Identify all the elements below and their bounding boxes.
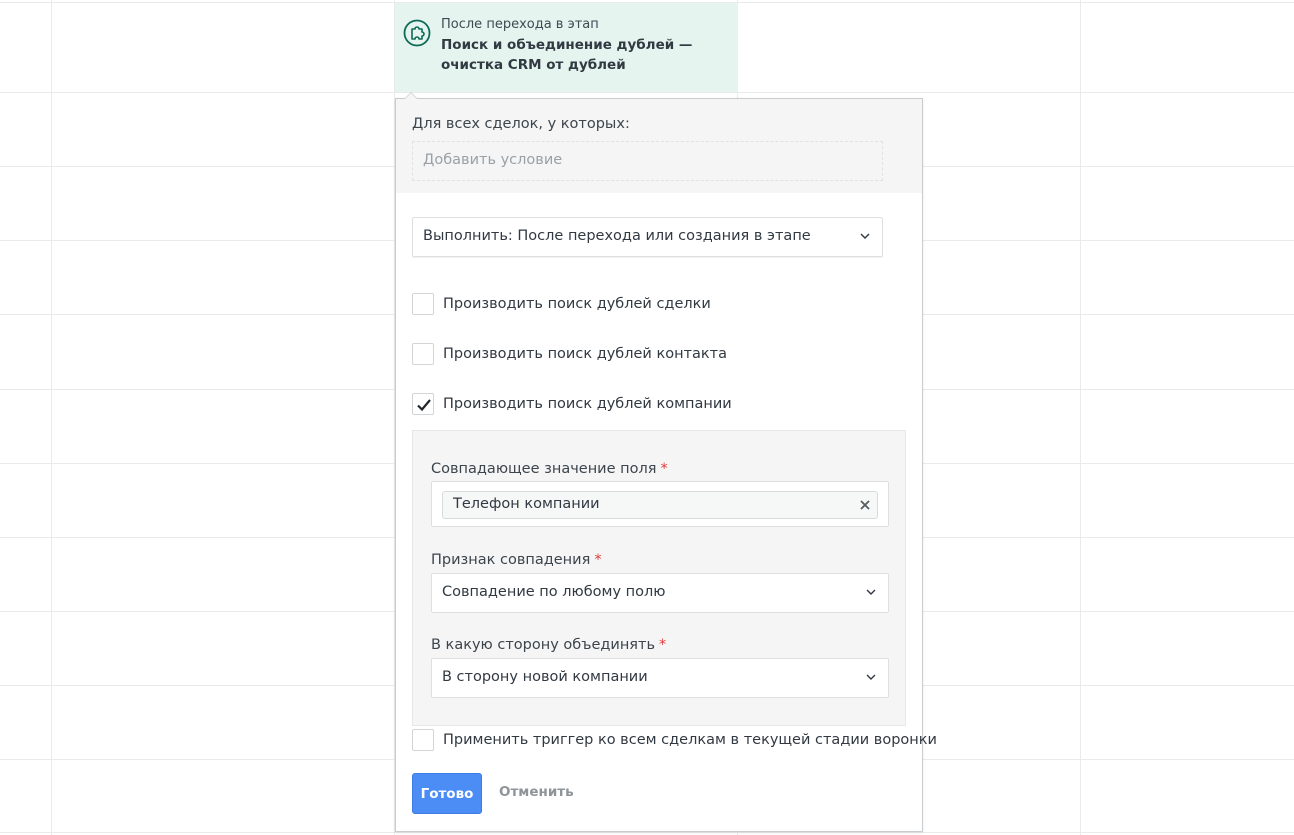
company-duplicates-checkbox[interactable] bbox=[412, 393, 434, 415]
merge-direction-value: В сторону новой компании bbox=[442, 669, 648, 685]
execute-select[interactable]: Выполнить: После перехода или создания в… bbox=[412, 217, 883, 257]
option-label: Производить поиск дублей контакта bbox=[443, 346, 727, 362]
apply-to-all-checkbox[interactable] bbox=[412, 729, 434, 751]
deal-duplicates-checkbox[interactable] bbox=[412, 293, 434, 315]
option-label: Производить поиск дублей сделки bbox=[443, 296, 711, 312]
required-mark: * bbox=[659, 637, 667, 653]
execute-select-value: Выполнить: После перехода или создания в… bbox=[423, 228, 811, 244]
conditions-label: Для всех сделок, у которых: bbox=[412, 116, 630, 132]
contact-duplicates-checkbox[interactable] bbox=[412, 343, 434, 365]
match-type-select[interactable]: Совпадение по любому полю bbox=[431, 573, 889, 613]
match-type-label-text: Признак совпадения bbox=[431, 552, 591, 568]
chevron-down-icon bbox=[866, 674, 876, 680]
grid-column-divider bbox=[51, 0, 52, 835]
merge-direction-label: В какую сторону объединять * bbox=[431, 637, 666, 653]
puzzle-icon bbox=[403, 19, 431, 47]
merge-direction-select[interactable]: В сторону новой компании bbox=[431, 658, 889, 698]
required-mark: * bbox=[594, 552, 602, 568]
conditions-block: Для всех сделок, у которых: Добавить усл… bbox=[396, 99, 922, 193]
field-tag: Телефон компании bbox=[442, 491, 878, 519]
add-condition-field[interactable]: Добавить условие bbox=[412, 141, 883, 181]
merge-direction-label-text: В какую сторону объединять bbox=[431, 637, 656, 653]
match-type-label: Признак совпадения * bbox=[431, 552, 602, 568]
match-field-input[interactable]: Телефон компании bbox=[431, 481, 889, 527]
apply-to-all-label: Применить триггер ко всем сделкам в теку… bbox=[443, 732, 937, 748]
trigger-subtitle: После перехода в этап bbox=[441, 17, 599, 32]
option-company-duplicates[interactable]: Производить поиск дублей компании bbox=[412, 392, 732, 416]
trigger-settings-popup: Для всех сделок, у которых: Добавить усл… bbox=[395, 98, 937, 832]
option-label: Производить поиск дублей компании bbox=[443, 396, 732, 412]
grid-column-divider bbox=[1080, 0, 1081, 835]
checkmark-icon bbox=[417, 399, 431, 412]
chevron-down-icon bbox=[860, 233, 870, 239]
match-field-label: Совпадающее значение поля * bbox=[431, 461, 668, 477]
required-mark: * bbox=[660, 461, 668, 477]
chevron-down-icon bbox=[866, 589, 876, 595]
field-tag-label: Телефон компании bbox=[453, 496, 600, 512]
popup-arrow-inner bbox=[405, 93, 417, 99]
company-duplicate-settings: Совпадающее значение поля * Телефон компа… bbox=[412, 430, 906, 726]
trigger-card[interactable]: После перехода в этап Поиск и объединени… bbox=[395, 3, 738, 92]
close-icon[interactable] bbox=[859, 499, 871, 511]
option-deal-duplicates[interactable]: Производить поиск дублей сделки bbox=[412, 292, 711, 316]
trigger-title: Поиск и объединение дублей — очистка CRM… bbox=[441, 37, 693, 73]
option-apply-to-all[interactable]: Применить триггер ко всем сделкам в теку… bbox=[412, 728, 937, 752]
match-type-value: Совпадение по любому полю bbox=[442, 584, 666, 600]
done-button[interactable]: Готово bbox=[412, 773, 482, 814]
cancel-button[interactable]: Отменить bbox=[499, 784, 574, 800]
grid-row-divider bbox=[0, 92, 1294, 93]
option-contact-duplicates[interactable]: Производить поиск дублей контакта bbox=[412, 342, 727, 366]
match-field-label-text: Совпадающее значение поля bbox=[431, 461, 657, 477]
grid-row-divider bbox=[0, 832, 1294, 833]
